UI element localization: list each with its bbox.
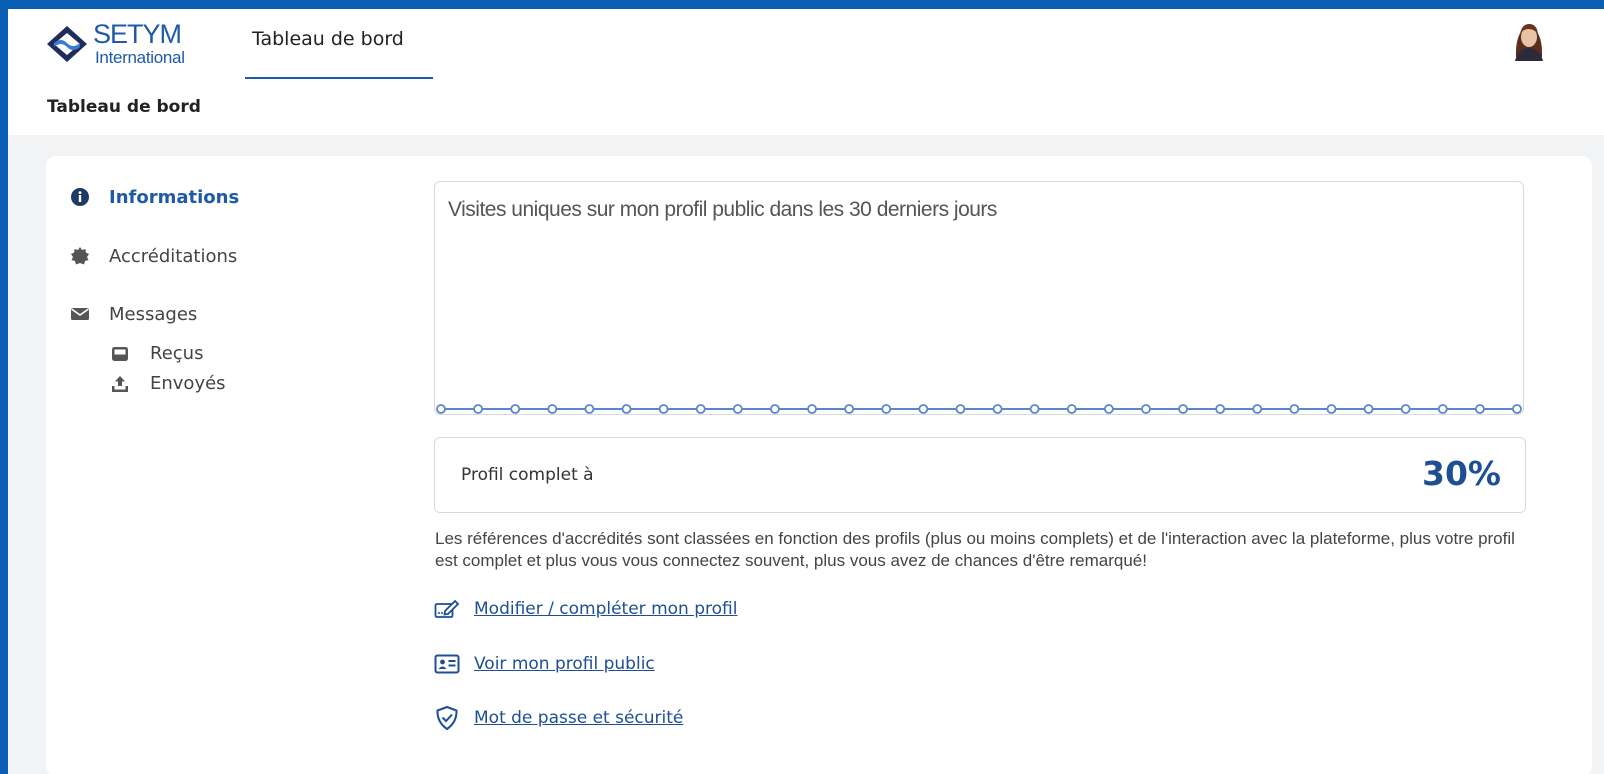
password-security-link[interactable]: Mot de passe et sécurité [433,705,683,731]
upload-icon [110,374,130,394]
tab-dashboard[interactable]: Tableau de bord [245,9,433,79]
chart-point [955,404,966,414]
sidebar-item-label: Informations [109,186,240,208]
top-bar: SETYM International Tableau de bord [8,9,1604,79]
chart-point [1474,404,1485,414]
logo-subtitle: International [95,48,185,67]
visits-line-chart [436,404,1522,414]
sidebar-item-label: Accréditations [109,245,238,267]
chart-point [1289,404,1300,414]
chart-point [732,404,743,414]
chart-point [844,404,855,414]
chart-point [1437,404,1448,414]
profile-completion-box: Profil complet à 30% [434,437,1526,513]
chart-point [658,404,669,414]
chart-point [621,404,632,414]
info-circle-icon [68,185,92,209]
visits-chart: Visites uniques sur mon profil public da… [434,181,1524,415]
public-profile-link-label: Voir mon profil public [474,654,655,674]
chart-point [881,404,892,414]
sidebar-subitem-label: Reçus [150,343,204,364]
chart-point [992,404,1003,414]
chart-point [807,404,817,414]
profile-completion-value: 30% [1422,454,1501,493]
chart-point [510,404,521,414]
chart-point [1066,404,1077,414]
chart-point [1326,404,1337,414]
chart-point [1215,404,1226,414]
sidebar-subitem-label: Envoyés [150,373,226,394]
app-frame: SETYM International Tableau de bord Tabl… [8,9,1604,774]
tab-dashboard-label: Tableau de bord [252,28,404,50]
chart-point [1178,404,1188,414]
chart-point [695,404,706,414]
sidebar-item-label: Messages [109,303,198,325]
dashboard-card: Informations Accréditations Messages Reç… [46,156,1592,774]
chart-point [770,404,780,414]
certificate-badge-icon [68,244,92,268]
chart-point [1141,404,1151,414]
breadcrumb: Tableau de bord [47,97,201,117]
edit-profile-icon [433,596,461,622]
sidebar-item-informations[interactable]: Informations [68,185,239,209]
chart-point [1103,404,1114,414]
chart-point [1512,404,1522,414]
sidebar: Informations Accréditations Messages Reç… [46,156,426,456]
public-profile-link[interactable]: Voir mon profil public [433,651,655,677]
breadcrumb-bar: Tableau de bord [8,79,1604,135]
chart-point [547,404,558,414]
sidebar-item-messages[interactable]: Messages [68,302,197,326]
chart-point [436,404,446,414]
edit-profile-link-label: Modifier / compléter mon profil [474,599,738,619]
chart-point [1029,404,1040,414]
envelope-icon [68,302,92,326]
logo[interactable]: SETYM International [45,18,205,68]
chart-point [1400,404,1411,414]
edit-profile-link[interactable]: Modifier / compléter mon profil [433,596,737,622]
chart-point [1363,404,1374,414]
password-security-link-label: Mot de passe et sécurité [474,708,684,728]
inbox-icon [110,344,130,364]
chart-point [584,404,595,414]
sidebar-subitem-envoyes[interactable]: Envoyés [110,373,226,394]
sidebar-subitem-recus[interactable]: Reçus [110,343,203,364]
profile-completion-label: Profil complet à [461,465,594,485]
chart-point [1252,404,1263,414]
ranking-note: Les références d'accrédités sont classée… [435,529,1515,570]
logo-mark-icon [47,26,87,62]
id-card-icon [433,651,461,677]
sidebar-item-accreditations[interactable]: Accréditations [68,244,237,268]
shield-check-icon [433,705,461,731]
user-avatar[interactable] [1510,17,1548,61]
chart-point [473,404,484,414]
logo-brand: SETYM [93,19,182,49]
chart-point [918,404,929,414]
